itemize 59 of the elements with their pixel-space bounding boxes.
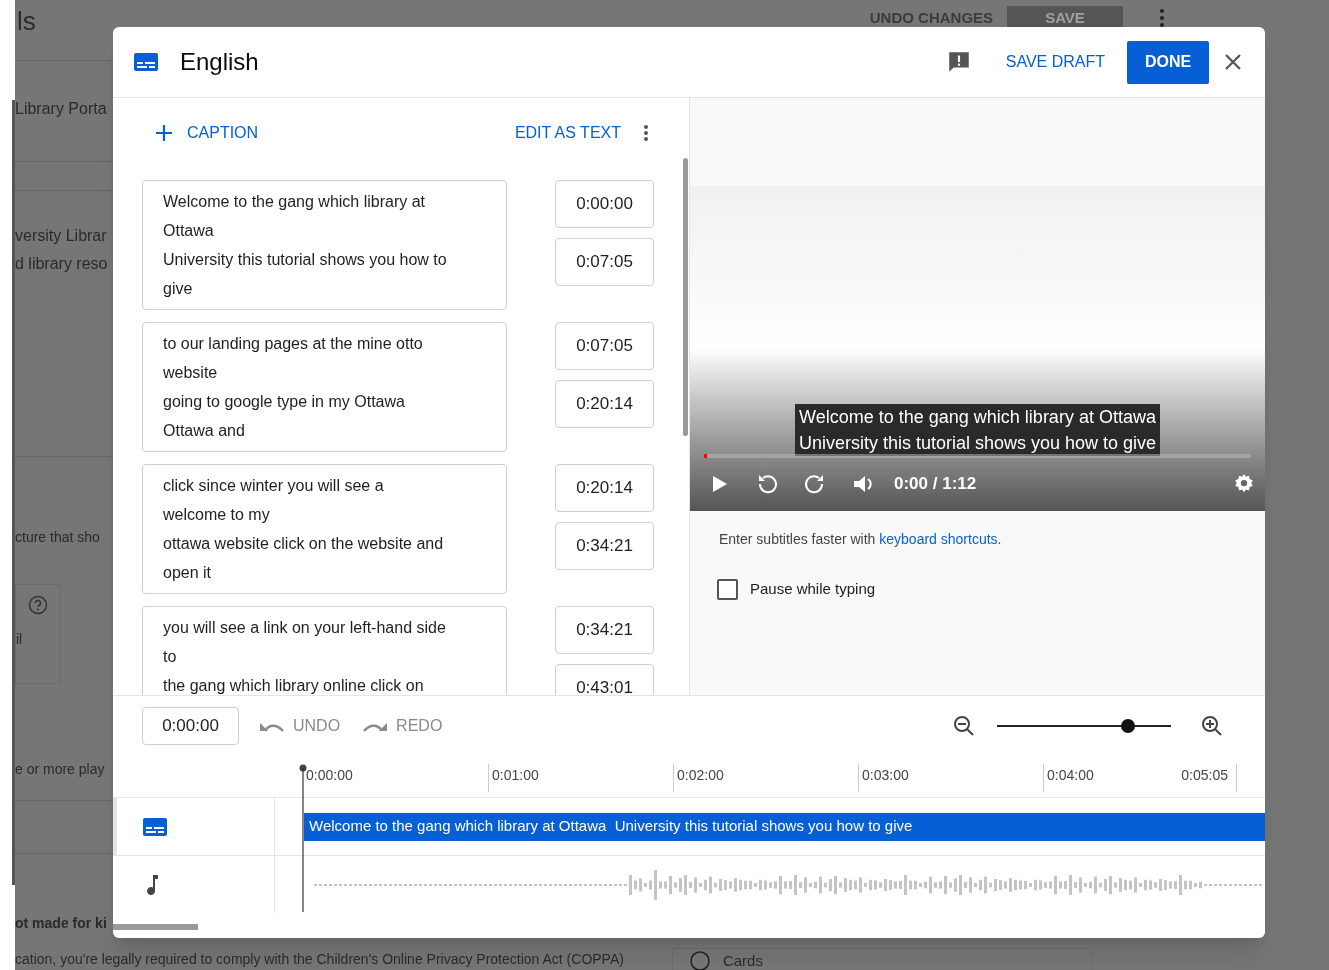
background-text: cture that sho: [15, 528, 100, 547]
checkbox-label: Pause while typing: [750, 579, 876, 599]
add-caption-button[interactable]: CAPTION: [155, 121, 259, 145]
scrollbar[interactable]: [683, 158, 688, 436]
save-draft-button[interactable]: SAVE DRAFT: [997, 42, 1113, 82]
timeline-tick: 0:03:00: [862, 766, 909, 785]
help-icon[interactable]: [28, 595, 48, 615]
background-text: ot made for ki: [15, 914, 107, 933]
background-text: d library reso: [15, 254, 108, 274]
current-time-field[interactable]: 0:00:00: [142, 707, 239, 745]
close-icon[interactable]: [1223, 52, 1243, 72]
zoom-out-icon[interactable]: [953, 715, 975, 737]
start-time-field[interactable]: 0:34:21: [555, 606, 654, 654]
caption-text-field[interactable]: to our landing pages at the mine otto website going to google type in my Ottawa Ottawa and: [142, 322, 507, 452]
caption-text-field[interactable]: Welcome to the gang which library at Ottawa University this tutorial shows you how to give: [142, 180, 507, 310]
subtitles-icon: [134, 52, 158, 72]
start-time-field[interactable]: 0:00:00: [555, 180, 654, 228]
end-time-field[interactable]: 0:20:14: [555, 380, 654, 428]
done-button[interactable]: DONE: [1127, 40, 1209, 84]
zoom-slider-thumb[interactable]: [1120, 719, 1135, 733]
caption-text-field[interactable]: you will see a link on your left-hand side to the gang which library online click on: [142, 606, 507, 695]
playback-time: 0:00 / 1:12: [894, 473, 977, 495]
timeline-track[interactable]: Welcome to the gang which library at Ottawa University this tutorial shows you how to give: [113, 798, 1265, 856]
end-time-field[interactable]: 0:07:05: [555, 238, 654, 286]
timeline-tick: 0:05:05: [1181, 766, 1228, 785]
plus-icon: [155, 124, 173, 142]
forward-icon[interactable]: [804, 472, 826, 495]
caption-segment[interactable]: Welcome to the gang which library at Ottawa University this tutorial shows you how to give: [304, 812, 1265, 841]
subtitles-icon: [143, 816, 167, 837]
caption-text-field[interactable]: click since winter you will see a welcome to my ottawa website click on the website and open it: [142, 464, 507, 594]
playhead[interactable]: [298, 764, 307, 912]
keyboard-shortcuts-link[interactable]: keyboard shortcuts: [879, 531, 998, 547]
rewind-icon[interactable]: [756, 472, 778, 495]
timeline-tick: 0:04:00: [1047, 766, 1094, 785]
settings-icon[interactable]: [1233, 472, 1255, 495]
background-text: Library Porta: [15, 99, 107, 119]
start-time-field[interactable]: 0:07:05: [555, 322, 654, 370]
card-title: Cards: [722, 951, 763, 970]
timeline-tick: 0:02:00: [677, 766, 724, 785]
background-text: il: [16, 630, 24, 649]
more-icon[interactable]: [643, 124, 649, 142]
edit-as-text-button[interactable]: EDIT AS TEXT: [514, 121, 621, 145]
end-time-field[interactable]: 0:34:21: [555, 522, 654, 570]
background-text: versity Librar: [15, 226, 107, 246]
hint-text: Enter subtitles faster with keyboard shortcuts.: [719, 530, 1003, 549]
play-icon[interactable]: [712, 474, 728, 493]
coppa-notice: cation, you're legally required to comply with the Children's Online Privacy Protection Act (COPPA): [15, 950, 624, 969]
zoom-in-icon[interactable]: [1201, 715, 1223, 737]
start-time-field[interactable]: 0:20:14: [555, 464, 654, 512]
end-time-field[interactable]: 0:43:01: [555, 664, 654, 695]
scrollbar[interactable]: [113, 924, 198, 930]
pause-checkbox[interactable]: [717, 578, 738, 600]
info-icon: [688, 950, 711, 970]
background-text: e or more play: [15, 760, 105, 779]
timeline-tick: 0:00:00: [306, 766, 353, 785]
page-title: ls: [17, 5, 36, 38]
more-icon[interactable]: [1158, 8, 1165, 28]
dialog-title: English: [180, 47, 259, 77]
timeline-tick: 0:01:00: [492, 766, 539, 785]
